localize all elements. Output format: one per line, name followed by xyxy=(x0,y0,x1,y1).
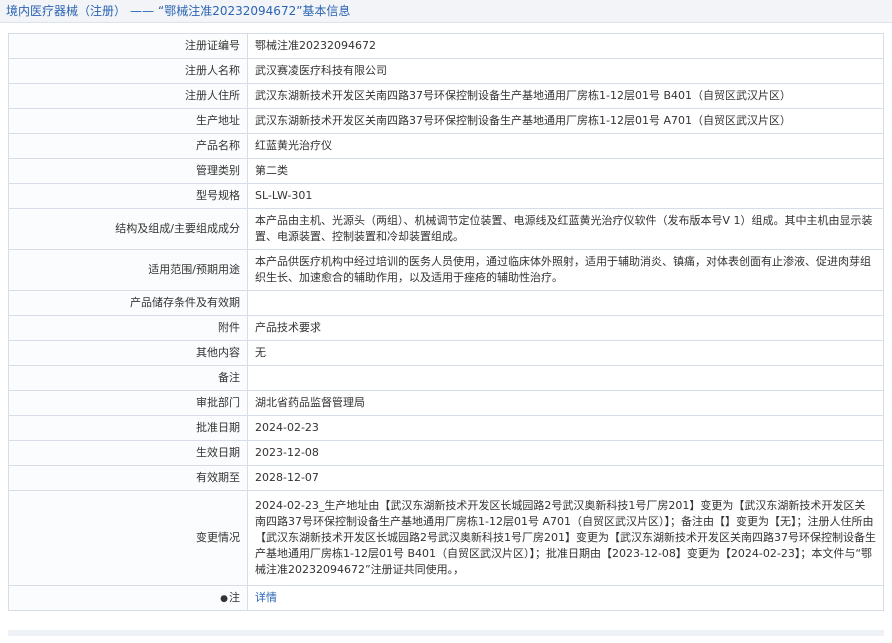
info-panel: 注册证编号 鄂械注准20232094672 注册人名称 武汉赛凌医疗科技有限公司… xyxy=(8,33,884,611)
table-row: 注册证编号 鄂械注准20232094672 xyxy=(8,33,884,59)
page-title: “鄂械注准20232094672”基本信息 xyxy=(158,4,351,18)
row-label: 注册证编号 xyxy=(8,33,248,59)
table-row: 管理类别 第二类 xyxy=(8,158,884,184)
row-value: 产品技术要求 xyxy=(247,315,884,341)
row-value: 2023-12-08 xyxy=(247,440,884,466)
table-row: 结构及组成/主要组成成分 本产品由主机、光源头（两组）、机械调节定位装置、电源线… xyxy=(8,208,884,250)
row-label: 注册人名称 xyxy=(8,58,248,84)
row-label: 产品储存条件及有效期 xyxy=(8,290,248,316)
pin-icon: ● xyxy=(220,593,228,604)
row-value: 无 xyxy=(247,340,884,366)
table-row: 附件 产品技术要求 xyxy=(8,315,884,341)
details-link[interactable]: 详情 xyxy=(255,591,277,604)
row-value: 武汉赛凌医疗科技有限公司 xyxy=(247,58,884,84)
table-row: 产品储存条件及有效期 xyxy=(8,290,884,316)
note-label: 注 xyxy=(229,590,240,604)
row-label: 生效日期 xyxy=(8,440,248,466)
row-value: 本产品供医疗机构中经过培训的医务人员使用，通过临床体外照射，适用于辅助消炎、镇痛… xyxy=(247,249,884,291)
table-row: 备注 xyxy=(8,365,884,391)
row-value: 武汉东湖新技术开发区关南四路37号环保控制设备生产基地通用厂房栋1-12层01号… xyxy=(247,83,884,109)
row-label: 附件 xyxy=(8,315,248,341)
table-row: 变更情况 2024-02-23_生产地址由【武汉东湖新技术开发区长城园路2号武汉… xyxy=(8,490,884,586)
row-label: 适用范围/预期用途 xyxy=(8,249,248,291)
table-row-note: ●注 详情 xyxy=(8,585,884,611)
row-label: 型号规格 xyxy=(8,183,248,209)
row-label: 产品名称 xyxy=(8,133,248,159)
row-value: 武汉东湖新技术开发区关南四路37号环保控制设备生产基地通用厂房栋1-12层01号… xyxy=(247,108,884,134)
row-label: 备注 xyxy=(8,365,248,391)
bottom-bar xyxy=(8,630,884,636)
table-row: 产品名称 红蓝黄光治疗仪 xyxy=(8,133,884,159)
table-row: 审批部门 湖北省药品监督管理局 xyxy=(8,390,884,416)
table-row: 批准日期 2024-02-23 xyxy=(8,415,884,441)
table-row: 型号规格 SL-LW-301 xyxy=(8,183,884,209)
row-label: 管理类别 xyxy=(8,158,248,184)
row-value: 湖北省药品监督管理局 xyxy=(247,390,884,416)
category-label: 境内医疗器械（注册） xyxy=(6,4,127,18)
row-value: 2024-02-23_生产地址由【武汉东湖新技术开发区长城园路2号武汉奥新科技1… xyxy=(247,490,884,586)
note-value-cell: 详情 xyxy=(247,585,884,611)
table-row: 有效期至 2028-12-07 xyxy=(8,465,884,491)
row-value: 2024-02-23 xyxy=(247,415,884,441)
row-label: 注册人住所 xyxy=(8,83,248,109)
row-label: 审批部门 xyxy=(8,390,248,416)
note-label-cell: ●注 xyxy=(8,585,248,611)
row-value: 鄂械注准20232094672 xyxy=(247,33,884,59)
row-label: 批准日期 xyxy=(8,415,248,441)
row-label: 有效期至 xyxy=(8,465,248,491)
row-value xyxy=(247,290,884,316)
row-label: 结构及组成/主要组成成分 xyxy=(8,208,248,250)
table-row: 注册人名称 武汉赛凌医疗科技有限公司 xyxy=(8,58,884,84)
row-value: 红蓝黄光治疗仪 xyxy=(247,133,884,159)
row-value xyxy=(247,365,884,391)
table-row: 注册人住所 武汉东湖新技术开发区关南四路37号环保控制设备生产基地通用厂房栋1-… xyxy=(8,83,884,109)
row-label: 其他内容 xyxy=(8,340,248,366)
row-label: 生产地址 xyxy=(8,108,248,134)
table-row: 适用范围/预期用途 本产品供医疗机构中经过培训的医务人员使用，通过临床体外照射，… xyxy=(8,249,884,291)
row-value: 第二类 xyxy=(247,158,884,184)
table-row: 其他内容 无 xyxy=(8,340,884,366)
row-label: 变更情况 xyxy=(8,490,248,586)
row-value: 2028-12-07 xyxy=(247,465,884,491)
table-row: 生效日期 2023-12-08 xyxy=(8,440,884,466)
page-header: 境内医疗器械（注册） —— “鄂械注准20232094672”基本信息 xyxy=(0,0,892,23)
header-separator: —— xyxy=(130,4,155,18)
row-value: 本产品由主机、光源头（两组）、机械调节定位装置、电源线及红蓝黄光治疗仪软件（发布… xyxy=(247,208,884,250)
table-row: 生产地址 武汉东湖新技术开发区关南四路37号环保控制设备生产基地通用厂房栋1-1… xyxy=(8,108,884,134)
row-value: SL-LW-301 xyxy=(247,183,884,209)
info-table: 注册证编号 鄂械注准20232094672 注册人名称 武汉赛凌医疗科技有限公司… xyxy=(8,33,884,611)
